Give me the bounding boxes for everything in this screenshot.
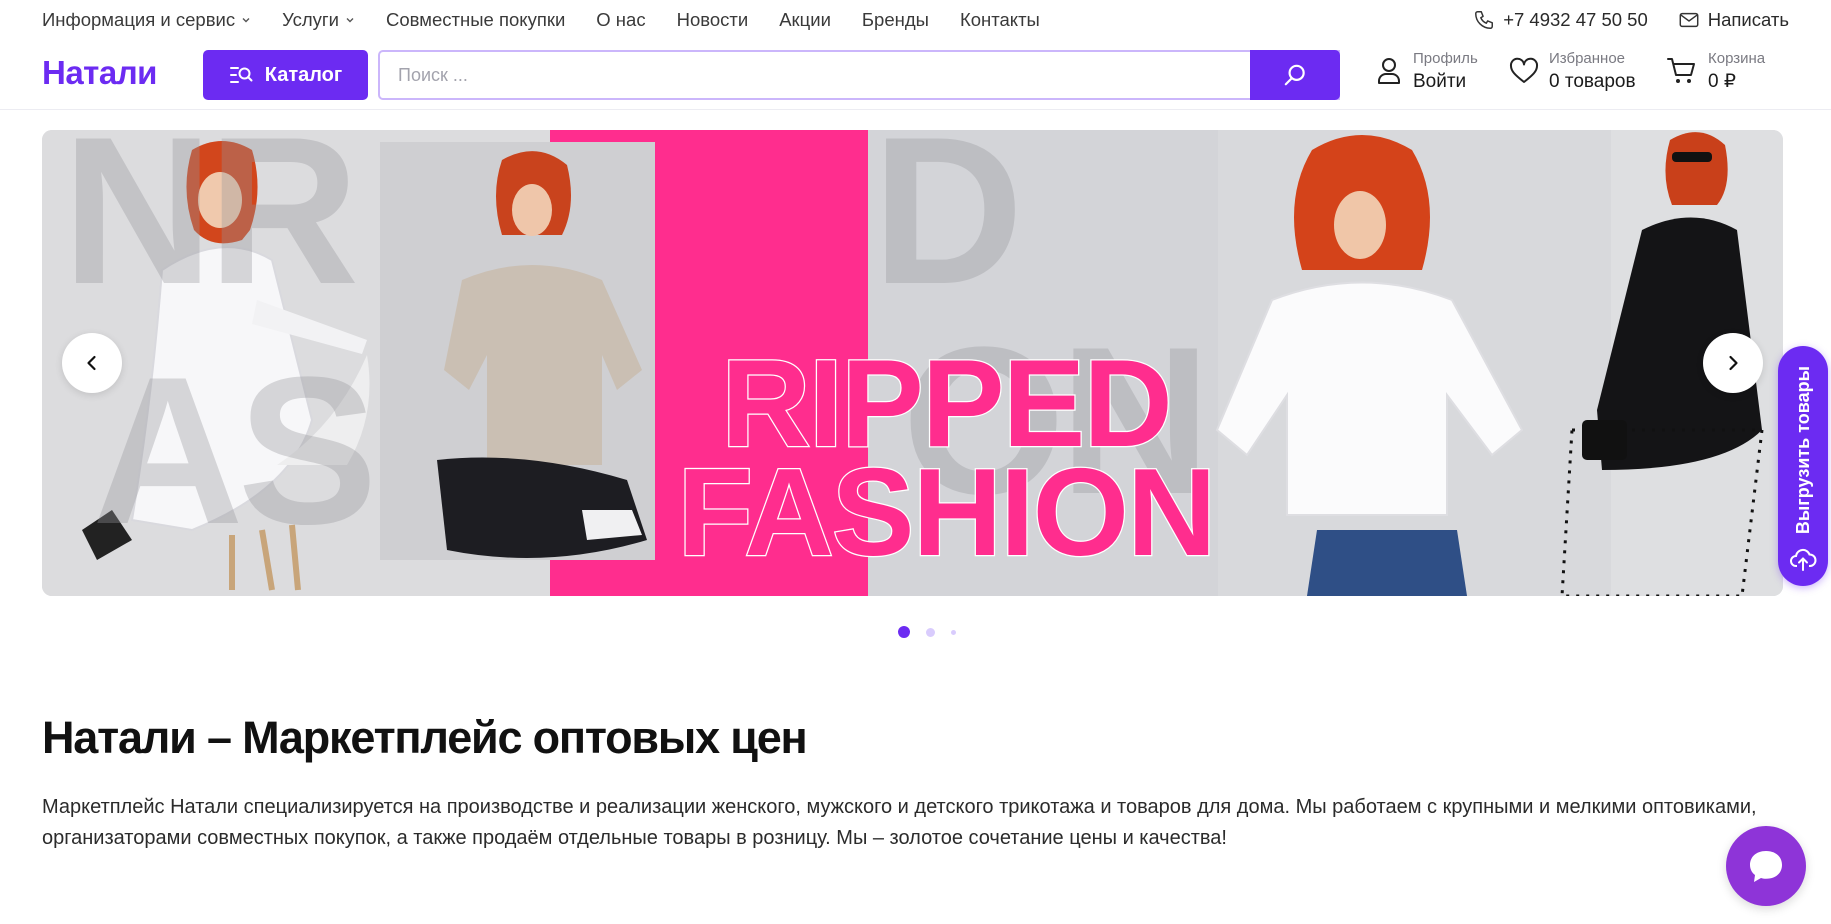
phone-icon: [1475, 11, 1494, 29]
chevron-down-icon: [346, 18, 354, 23]
banner-bg-letters-3: AS: [92, 333, 378, 568]
main-header: Натали Каталог Профиль Войти Избранное 0…: [0, 40, 1831, 110]
search-box: [378, 50, 1340, 100]
top-contacts: +7 4932 47 50 50 Написать: [1443, 0, 1789, 40]
nav-about[interactable]: О нас: [596, 9, 645, 31]
nav-brands[interactable]: Бренды: [862, 9, 929, 31]
slide-dot-3[interactable]: [951, 629, 956, 635]
slide-dot-2[interactable]: [926, 627, 935, 637]
arrow-left-icon: [87, 355, 96, 371]
slide-dot-1[interactable]: [898, 626, 910, 638]
export-products-label: Выгрузить товары: [1792, 365, 1813, 534]
export-products-tab[interactable]: Выгрузить товары: [1778, 346, 1828, 586]
mail-icon: [1679, 12, 1699, 28]
nav-joint-purchases[interactable]: Совместные покупки: [386, 9, 565, 31]
banner-pagination: [898, 626, 972, 638]
cart-texts: Корзина 0 ₽: [1708, 51, 1765, 91]
profile-texts: Профиль Войти: [1413, 51, 1478, 91]
chat-button[interactable]: [1726, 826, 1806, 906]
search-icon: [1284, 64, 1305, 86]
nav-promotions[interactable]: Акции: [779, 9, 831, 31]
catalog-button[interactable]: Каталог: [203, 50, 368, 100]
favorites-link[interactable]: Избранное 0 товаров: [1509, 51, 1636, 91]
promo-banner[interactable]: NR D AS ON RIPPED FASHION: [42, 130, 1783, 596]
phone-number: +7 4932 47 50 50: [1503, 9, 1648, 30]
cart-link[interactable]: Корзина 0 ₽: [1666, 51, 1765, 91]
phone-link[interactable]: +7 4932 47 50 50: [1473, 9, 1648, 31]
cart-icon: [1667, 58, 1695, 83]
write-label: Написать: [1707, 9, 1789, 30]
favorites-caption: Избранное: [1549, 50, 1626, 67]
profile-caption: Профиль: [1413, 50, 1478, 67]
cloud-upload-icon: [1790, 548, 1817, 571]
banner-headline-line2: FASHION: [676, 444, 1218, 583]
search-input[interactable]: [398, 64, 1258, 86]
favorites-texts: Избранное 0 товаров: [1549, 51, 1636, 91]
search-button[interactable]: [1250, 50, 1340, 100]
page-title: Натали – Маркетплейс оптовых цен: [42, 712, 808, 763]
user-icon: [1378, 58, 1400, 84]
profile-link[interactable]: Профиль Войти: [1375, 51, 1478, 91]
nav-services-label: Услуги: [282, 9, 340, 30]
catalog-search-icon: [229, 67, 253, 83]
chevron-down-icon: [242, 18, 250, 23]
banner-next-button[interactable]: [1703, 333, 1763, 393]
nav-info-service[interactable]: Информация и сервис: [42, 9, 251, 31]
nav-contacts[interactable]: Контакты: [960, 9, 1040, 31]
catalog-button-label: Каталог: [264, 63, 343, 86]
cart-total: 0 ₽: [1708, 71, 1736, 92]
write-link[interactable]: Написать: [1678, 9, 1789, 31]
nav-news[interactable]: Новости: [677, 9, 749, 31]
arrow-right-icon: [1729, 355, 1738, 371]
top-bar: Информация и сервис Услуги Совместные по…: [0, 0, 1831, 40]
cart-caption: Корзина: [1708, 50, 1766, 67]
site-logo[interactable]: Натали: [42, 54, 157, 92]
favorites-count: 0 товаров: [1549, 71, 1636, 92]
top-navigation: Информация и сервис Услуги Совместные по…: [42, 0, 1071, 40]
banner-bg-letters-1: NR: [62, 130, 359, 328]
banner-headline-line1: RIPPED: [720, 335, 1174, 473]
page-description: Маркетплейс Натали специализируется на п…: [42, 796, 1757, 849]
banner-headline: RIPPED FASHION: [626, 335, 1266, 583]
chat-icon: [1750, 851, 1782, 882]
nav-services[interactable]: Услуги: [282, 9, 355, 31]
banner-prev-button[interactable]: [62, 333, 122, 393]
profile-login: Войти: [1413, 71, 1467, 92]
nav-info-service-label: Информация и сервис: [42, 9, 236, 30]
heart-icon: [1509, 57, 1539, 83]
